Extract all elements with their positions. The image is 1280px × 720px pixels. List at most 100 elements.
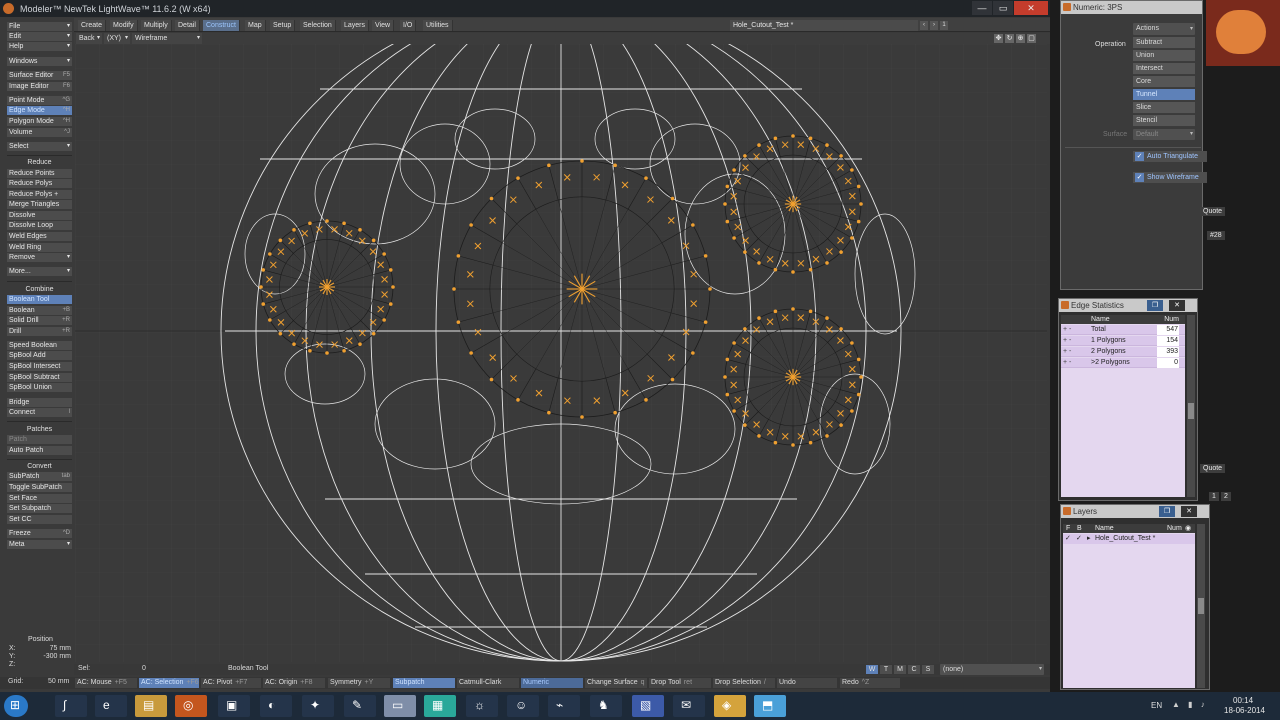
rotate-icon[interactable]: ↻ bbox=[1005, 34, 1014, 43]
show-wireframe-checkbox[interactable]: Show Wireframe bbox=[1133, 172, 1207, 183]
tab-modify[interactable]: Modify bbox=[110, 20, 138, 31]
surface-dropdown[interactable]: (none) bbox=[940, 664, 1044, 675]
image-editor-button[interactable]: Image Editor F6 bbox=[7, 82, 72, 91]
background-check-icon[interactable]: ✓ bbox=[1076, 534, 1082, 544]
surface-value-dropdown[interactable]: Default bbox=[1133, 129, 1195, 140]
wireframe-canvas[interactable] bbox=[75, 44, 1047, 662]
weld-ring-button[interactable]: Weld Ring bbox=[7, 243, 72, 252]
tab-utilities[interactable]: Utilities bbox=[423, 20, 453, 31]
render-mode-dropdown[interactable]: Wireframe bbox=[132, 33, 202, 44]
catmull-clark-dropdown[interactable]: Catmull-Clark bbox=[457, 678, 519, 688]
clock-date[interactable]: 18-06-2014 bbox=[1224, 706, 1265, 715]
bridge-button[interactable]: Bridge bbox=[7, 398, 72, 407]
boolean-button[interactable]: Boolean +B bbox=[7, 306, 72, 315]
taskbar-app-explorer[interactable]: ▤ bbox=[135, 695, 167, 717]
view-c-button[interactable]: C bbox=[908, 665, 920, 674]
file-menu[interactable]: File bbox=[7, 22, 72, 31]
taskbar-app-firefox[interactable]: ◎ bbox=[175, 695, 207, 717]
spbool-intersect-button[interactable]: SpBool Intersect bbox=[7, 362, 72, 371]
reduce-points-button[interactable]: Reduce Points bbox=[7, 169, 72, 178]
taskbar-app-8[interactable]: ☺ bbox=[507, 695, 539, 717]
connect-button[interactable]: Connect l bbox=[7, 408, 72, 417]
tab-view[interactable]: View bbox=[372, 20, 395, 31]
boolean-tool-button[interactable]: Boolean Tool bbox=[7, 295, 72, 304]
edge-table-scrollbar[interactable] bbox=[1187, 315, 1195, 497]
wireframe-viewport[interactable] bbox=[75, 44, 1047, 662]
tab-layers[interactable]: Layers bbox=[341, 20, 370, 31]
point-mode-button[interactable]: Point Mode ^G bbox=[7, 96, 72, 105]
clock-time[interactable]: 00:14 bbox=[1233, 696, 1253, 705]
tab-multiply[interactable]: Multiply bbox=[141, 20, 172, 31]
table-row[interactable]: + -2 Polygons 393 bbox=[1061, 347, 1185, 357]
drill-button[interactable]: Drill +R bbox=[7, 327, 72, 336]
expand-arrow-icon[interactable]: ▸ bbox=[1087, 534, 1091, 544]
scroll-thumb[interactable] bbox=[1198, 598, 1204, 614]
maximize-button[interactable]: ▭ bbox=[993, 1, 1013, 15]
taskbar-app-lightwave[interactable]: ◈ bbox=[714, 695, 746, 717]
ac-pivot-button[interactable]: AC: Pivot +F7 bbox=[201, 678, 261, 688]
foreground-check-icon[interactable]: ✓ bbox=[1065, 534, 1071, 544]
scroll-thumb[interactable] bbox=[1188, 403, 1194, 419]
spbool-add-button[interactable]: SpBool Add bbox=[7, 351, 72, 360]
auto-patch-button[interactable]: Auto Patch bbox=[7, 446, 72, 455]
taskbar-app-3[interactable]: ✦ bbox=[302, 695, 334, 717]
subpatch-button[interactable]: SubPatch tab bbox=[7, 472, 72, 481]
reduce-polys-plus-button[interactable]: Reduce Polys + bbox=[7, 190, 72, 199]
close-icon[interactable]: ✕ bbox=[1169, 300, 1185, 311]
taskbar-app-feather[interactable]: ∫ bbox=[55, 695, 87, 717]
view-wireframe-button[interactable]: W bbox=[866, 665, 878, 674]
edge-mode-button[interactable]: Edge Mode ^H bbox=[7, 106, 72, 115]
table-row[interactable]: + - >2 Polygons 0 bbox=[1061, 358, 1185, 368]
help-menu[interactable]: Help bbox=[7, 42, 72, 51]
reduce-polys-button[interactable]: Reduce Polys bbox=[7, 179, 72, 188]
patch-button[interactable]: Patch bbox=[7, 435, 72, 444]
toggle-subpatch-button[interactable]: Toggle SubPatch bbox=[7, 483, 72, 492]
prev-layer-button[interactable]: ‹ bbox=[920, 21, 928, 30]
dissolve-loop-button[interactable]: Dissolve Loop bbox=[7, 221, 72, 230]
speed-boolean-button[interactable]: Speed Boolean bbox=[7, 341, 72, 350]
operation-intersect[interactable]: Intersect bbox=[1133, 63, 1195, 75]
merge-triangles-button[interactable]: Merge Triangles bbox=[7, 200, 72, 209]
meta-menu[interactable]: Meta bbox=[7, 540, 72, 549]
ac-origin-button[interactable]: AC: Origin +F8 bbox=[263, 678, 325, 688]
spbool-union-button[interactable]: SpBool Union bbox=[7, 383, 72, 392]
operation-stencil[interactable]: Stencil bbox=[1133, 115, 1195, 127]
view-direction-dropdown[interactable]: Back bbox=[76, 33, 102, 44]
table-row[interactable]: + - Total 547 bbox=[1061, 325, 1185, 335]
set-cc-button[interactable]: Set CC bbox=[7, 515, 72, 524]
subpatch-toggle-button[interactable]: Subpatch bbox=[393, 678, 455, 688]
taskbar-app-6[interactable]: ▦ bbox=[424, 695, 456, 717]
layer-row[interactable]: ✓ ✓ ▸ Hole_Cutout_Test * bbox=[1063, 534, 1195, 544]
taskbar-app-9[interactable]: ⌁ bbox=[548, 695, 580, 717]
dissolve-button[interactable]: Dissolve bbox=[7, 211, 72, 220]
maximize-viewport-icon[interactable]: ▢ bbox=[1027, 34, 1036, 43]
polygon-mode-button[interactable]: Polygon Mode ^H bbox=[7, 117, 72, 126]
restore-icon[interactable]: ❐ bbox=[1147, 300, 1163, 311]
view-axis-dropdown[interactable]: (XY) bbox=[104, 33, 130, 44]
current-layer-field[interactable]: Hole_Cutout_Test * bbox=[730, 20, 918, 31]
surface-editor-button[interactable]: Surface Editor F5 bbox=[7, 71, 72, 80]
ac-selection-button[interactable]: AC: Selection +F6 bbox=[139, 678, 199, 688]
edit-menu[interactable]: Edit bbox=[7, 32, 72, 41]
next-layer-button[interactable]: › bbox=[930, 21, 938, 30]
redo-button[interactable]: Redo ^Z bbox=[840, 678, 900, 688]
numeric-button[interactable]: Numeric bbox=[521, 678, 583, 688]
taskbar-app-1[interactable]: ▣ bbox=[218, 695, 250, 717]
operation-union[interactable]: Union bbox=[1133, 50, 1195, 62]
operation-core[interactable]: Core bbox=[1133, 76, 1195, 88]
ac-mouse-button[interactable]: AC: Mouse +F5 bbox=[75, 678, 137, 688]
select-menu[interactable]: Select bbox=[7, 142, 72, 151]
undo-button[interactable]: Undo bbox=[777, 678, 837, 688]
pan-icon[interactable]: ✥ bbox=[994, 34, 1003, 43]
taskbar-app-13[interactable]: ⬒ bbox=[754, 695, 786, 717]
layer-button-1[interactable]: 1 bbox=[940, 21, 948, 30]
table-row[interactable]: + -1 Polygons 154 bbox=[1061, 336, 1185, 346]
taskbar-app-ie[interactable]: e bbox=[95, 695, 127, 717]
tray-icons[interactable]: ▲ ▮ ♪ bbox=[1172, 700, 1208, 709]
taskbar-app-10[interactable]: ♞ bbox=[590, 695, 622, 717]
tab-setup[interactable]: Setup bbox=[270, 20, 296, 31]
taskbar-app-5[interactable]: ▭ bbox=[384, 695, 416, 717]
close-button[interactable]: ✕ bbox=[1014, 1, 1048, 15]
auto-triangulate-checkbox[interactable]: Auto Triangulate bbox=[1133, 151, 1207, 162]
tab-map[interactable]: Map bbox=[245, 20, 266, 31]
